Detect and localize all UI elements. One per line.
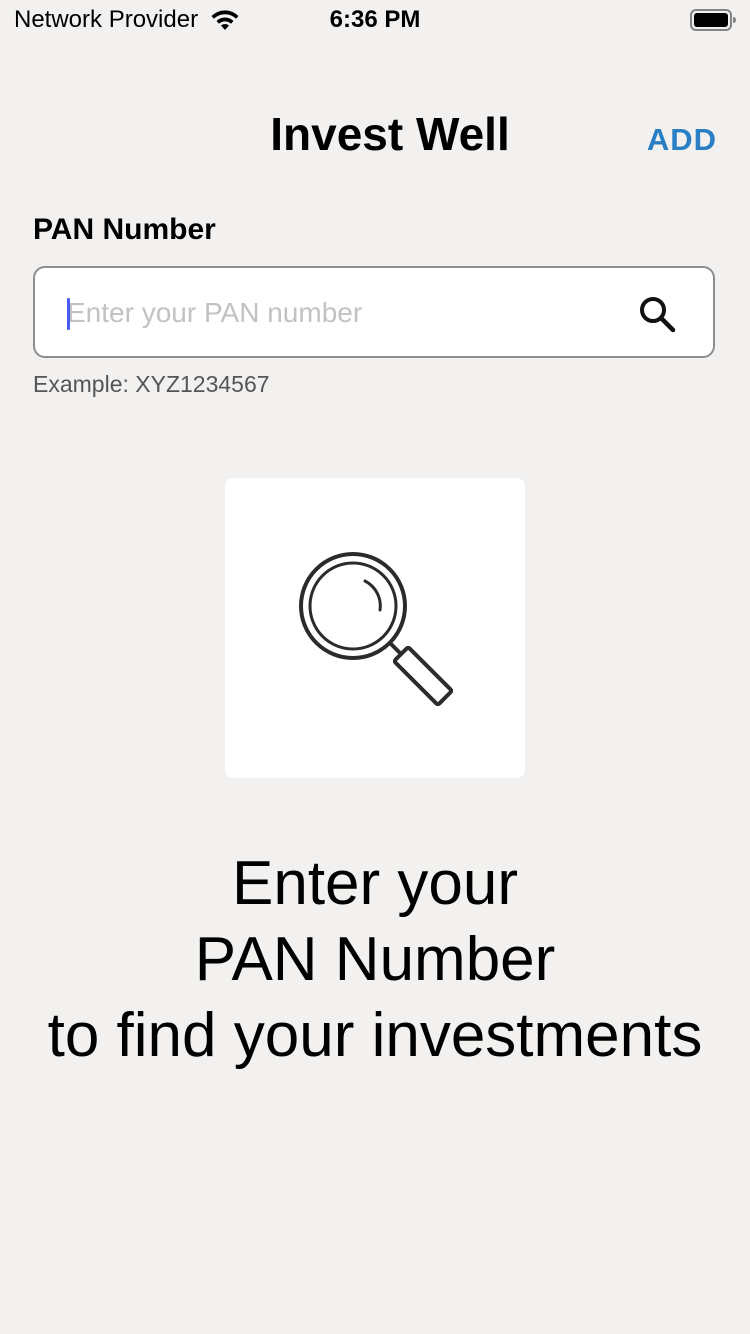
nav-bar: Invest Well ADD bbox=[0, 96, 750, 176]
time-text: 6:36 PM bbox=[329, 6, 421, 33]
illustration-card bbox=[225, 478, 525, 778]
battery-icon bbox=[690, 9, 736, 31]
message-line-2: PAN Number bbox=[194, 925, 556, 994]
add-button[interactable]: ADD bbox=[647, 122, 717, 158]
pan-number-input[interactable] bbox=[67, 286, 627, 340]
magnifying-glass-icon bbox=[299, 552, 454, 707]
status-time: 6:36 PM bbox=[0, 6, 750, 34]
pan-search-field[interactable] bbox=[33, 266, 715, 358]
pan-example-hint: Example: XYZ1234567 bbox=[33, 371, 270, 397]
message-line-1: Enter your bbox=[231, 849, 519, 918]
pan-number-label: PAN Number bbox=[33, 213, 216, 246]
text-caret bbox=[67, 298, 70, 330]
status-bar: Network Provider 6:36 PM bbox=[0, 0, 750, 40]
page-title: Invest Well bbox=[270, 108, 510, 160]
empty-state-message: Enter your PAN Number to find your inves… bbox=[0, 846, 750, 1074]
search-icon[interactable] bbox=[637, 294, 677, 334]
message-line-3: to find your investments bbox=[47, 1001, 703, 1070]
